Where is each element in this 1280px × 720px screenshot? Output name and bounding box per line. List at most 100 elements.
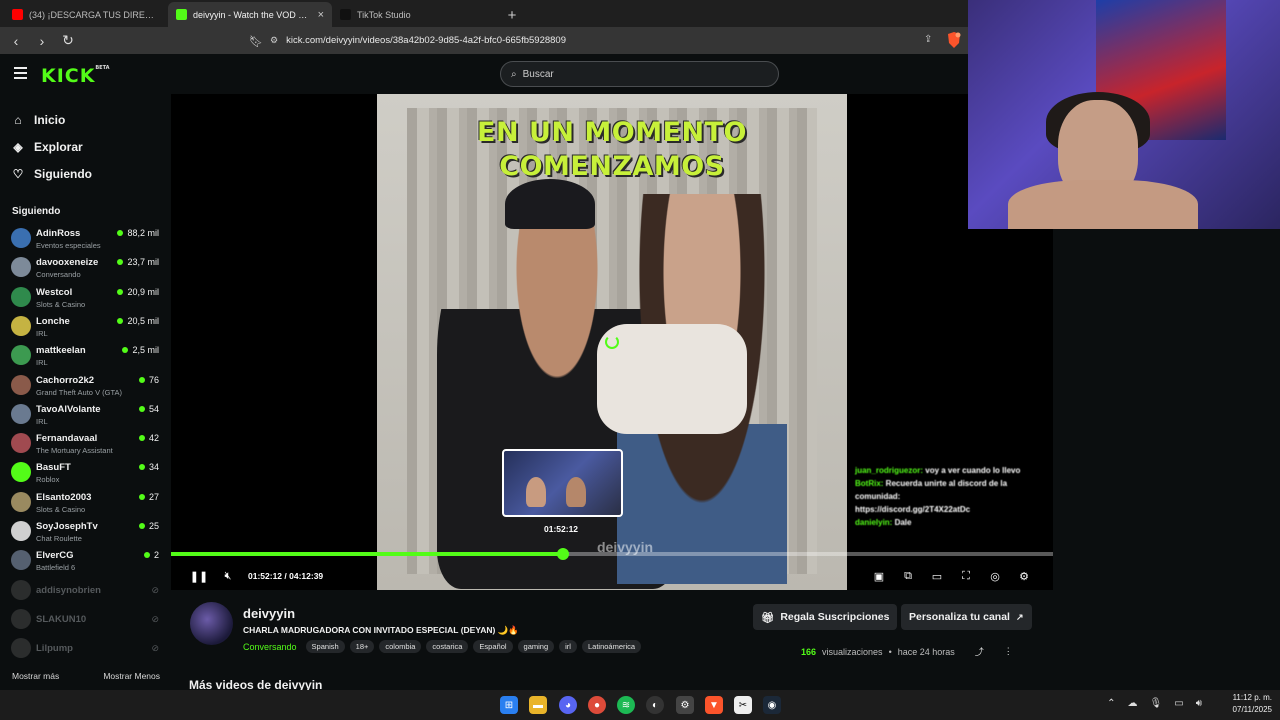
- channel-name[interactable]: deivyyin: [243, 606, 295, 621]
- clock[interactable]: 11:12 p. m. 07/11/2025: [1233, 692, 1272, 716]
- obs-icon[interactable]: ◐: [646, 696, 664, 714]
- theater-mode-icon[interactable]: ▭: [929, 568, 945, 584]
- channel-avatar[interactable]: [190, 602, 233, 645]
- show-less-button[interactable]: Mostrar Menos: [103, 671, 160, 681]
- forward-icon[interactable]: ›: [32, 31, 52, 51]
- tab-favicon-icon: [12, 9, 23, 20]
- site-info-icon[interactable]: ⚙: [270, 35, 278, 46]
- nav-item-siguiendo[interactable]: ♡ Siguiendo: [12, 160, 92, 187]
- file-explorer-icon[interactable]: ▬: [529, 696, 547, 714]
- avatar: [11, 638, 31, 659]
- settings-gear-icon[interactable]: ⚙: [1016, 568, 1032, 584]
- nav-item-explorar[interactable]: ◈ Explorar: [12, 133, 92, 160]
- following-name: Cachorro2k2: [36, 374, 95, 386]
- brave-shield-icon[interactable]: [946, 31, 962, 49]
- pause-icon[interactable]: ❚❚: [190, 568, 208, 584]
- close-tab-icon[interactable]: ×: [318, 9, 324, 21]
- browser-tab[interactable]: TikTok Studio: [332, 2, 496, 27]
- following-item[interactable]: TavoAlVolante IRL 54: [11, 402, 161, 431]
- volume-icon[interactable]: 🔊︎: [1196, 698, 1202, 709]
- url-text: kick.com/deivyyin/videos/38a42b02-9d85-4…: [286, 35, 566, 46]
- tag-chip[interactable]: costarica: [426, 640, 469, 653]
- mute-icon[interactable]: 🔇︎: [220, 568, 236, 584]
- tag-chip[interactable]: irl: [559, 640, 577, 653]
- menu-icon[interactable]: [14, 67, 27, 79]
- avatar: [11, 433, 31, 454]
- following-item[interactable]: ElverCG Battlefield 6 2: [11, 548, 161, 577]
- nav-item-inicio[interactable]: ⌂ Inicio: [12, 106, 92, 133]
- tag-chip[interactable]: Spanish: [305, 640, 345, 653]
- following-item[interactable]: SoyJosephTv Chat Roulette 25: [11, 519, 161, 548]
- tag-chip[interactable]: colombia: [379, 640, 422, 653]
- following-category: Slots & Casino: [36, 299, 86, 309]
- steam-icon[interactable]: ◉: [763, 696, 781, 714]
- search-input[interactable]: ⌕ Buscar: [500, 61, 779, 87]
- more-options-icon[interactable]: ⋮: [1004, 646, 1013, 657]
- chevron-up-icon[interactable]: ⌃: [1107, 698, 1115, 709]
- following-item[interactable]: Fernandavaal The Mortuary Assistant 42: [11, 431, 161, 460]
- player-controls: ❚❚ 🔇︎ 01:52:12 / 04:12:39 ▣ ⧉ ▭ ⛶ ◎ ⚙: [171, 562, 1053, 590]
- pip-icon[interactable]: ⧉: [900, 568, 916, 584]
- bookmark-icon[interactable]: 🔖︎: [246, 31, 266, 51]
- following-name: SoyJosephTv: [36, 521, 98, 532]
- tag-chip[interactable]: Español: [473, 640, 513, 653]
- following-item[interactable]: addisynobrien ⊘: [11, 578, 161, 607]
- live-dot-icon: [138, 464, 145, 471]
- avatar: [11, 345, 31, 366]
- following-item[interactable]: Westcol Slots & Casino 20,9 mil: [11, 285, 161, 314]
- webcam-overlay: [968, 0, 1280, 229]
- clip-icon[interactable]: ▣: [871, 568, 887, 584]
- kick-logo[interactable]: KICK BETA: [41, 65, 109, 87]
- gift-subs-button[interactable]: 🎁︎ Regala Suscripciones: [753, 604, 898, 630]
- tag-chip[interactable]: gaming: [517, 640, 555, 653]
- external-link-icon: ↗: [1015, 611, 1024, 622]
- following-category: Conversando: [36, 270, 81, 280]
- discord-icon[interactable]: ◕: [559, 696, 577, 714]
- following-name: Lilpump: [36, 643, 73, 655]
- browser-tab[interactable]: (34) ¡DESCARGA TUS DIRECTOS DE KICK: [4, 2, 168, 27]
- avatar: [11, 608, 31, 629]
- following-item[interactable]: Lonche IRL 20,5 mil: [11, 314, 161, 343]
- share-icon[interactable]: ⇪: [924, 34, 932, 45]
- tag-chip[interactable]: Latinoámerica: [581, 640, 642, 653]
- following-item[interactable]: davooxeneize Conversando 23,7 mil: [11, 255, 161, 284]
- microphone-icon[interactable]: 🎙︎: [1150, 698, 1163, 709]
- site-header: KICK BETA ⌕ Buscar: [0, 54, 968, 94]
- display-icon[interactable]: ▭: [1174, 698, 1183, 709]
- following-name: SLAKUN10: [36, 613, 87, 625]
- reload-icon[interactable]: ↻: [58, 31, 78, 51]
- chrome-icon[interactable]: ●: [588, 696, 606, 714]
- capcut-icon[interactable]: ✂: [734, 696, 752, 714]
- category-link[interactable]: Conversando: [243, 642, 297, 652]
- views-count: 166: [801, 646, 817, 657]
- tab-favicon-icon: [176, 9, 187, 20]
- spotify-icon[interactable]: ≋: [617, 696, 635, 714]
- back-icon[interactable]: ‹: [6, 31, 26, 51]
- following-item[interactable]: Elsanto2003 Slots & Casino 27: [11, 490, 161, 519]
- speed-icon[interactable]: ◎: [987, 568, 1003, 584]
- brave-icon[interactable]: ▼: [705, 696, 723, 714]
- fullscreen-icon[interactable]: ⛶: [958, 568, 974, 584]
- address-bar[interactable]: ⚙ kick.com/deivyyin/videos/38a42b02-9d85…: [270, 31, 930, 50]
- following-item[interactable]: SLAKUN10 ⊘: [11, 607, 161, 636]
- following-name: addisynobrien: [36, 584, 101, 596]
- progress-bar[interactable]: [171, 548, 1053, 560]
- following-item[interactable]: BasuFT Roblox 34: [11, 460, 161, 489]
- video-player[interactable]: EN UN MOMENTO COMENZAMOS deivyyin juan_r…: [171, 94, 1053, 590]
- following-category: The Mortuary Assistant: [36, 446, 113, 456]
- viewer-count: 20,9 mil: [117, 287, 159, 297]
- customize-channel-button[interactable]: Personaliza tu canal ↗: [901, 604, 1032, 630]
- following-item[interactable]: Lilpump ⊘: [11, 636, 161, 665]
- new-tab-icon[interactable]: +: [500, 3, 524, 27]
- cloud-icon[interactable]: ☁: [1128, 698, 1138, 709]
- share-icon[interactable]: ⤴: [975, 645, 984, 658]
- browser-tab[interactable]: deivyyin - Watch the VOD on Kick ×: [168, 2, 332, 27]
- tag-chip[interactable]: 18+: [349, 640, 375, 653]
- following-item[interactable]: AdinRoss Eventos especiales 88,2 mil: [11, 226, 161, 255]
- following-item[interactable]: Cachorro2k2 Grand Theft Auto V (GTA) 76: [11, 373, 161, 402]
- following-item[interactable]: mattkeelan IRL 2,5 mil: [11, 343, 161, 372]
- settings-icon[interactable]: ⚙: [676, 696, 694, 714]
- windows-start-icon[interactable]: ⊞: [500, 696, 518, 714]
- following-name: Fernandavaal: [36, 433, 98, 445]
- show-more-button[interactable]: Mostrar más: [12, 671, 59, 681]
